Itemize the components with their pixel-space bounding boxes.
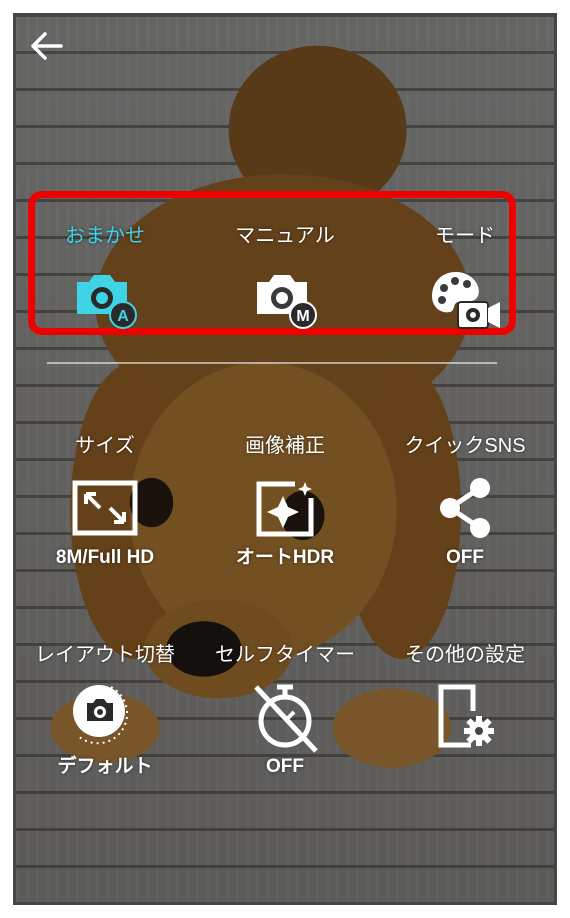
- setting-image-enhance[interactable]: 画像補正 オートHDR: [200, 434, 370, 584]
- setting-layout[interactable]: レイアウト切替 デフォルト: [20, 643, 190, 793]
- setting-size-label: サイズ: [75, 435, 135, 457]
- back-button[interactable]: [26, 26, 66, 66]
- setting-quick-sns-value: OFF: [446, 547, 484, 568]
- svg-text:A: A: [117, 308, 129, 325]
- setting-self-timer-label: セルフタイマー: [215, 644, 355, 666]
- mode-auto-label: おまかせ: [65, 225, 145, 247]
- setting-self-timer-value: OFF: [266, 756, 304, 777]
- layout-switch-icon: [73, 685, 129, 745]
- setting-other[interactable]: その他の設定: [380, 643, 550, 793]
- share-icon: [440, 478, 490, 538]
- section-divider: [47, 362, 497, 364]
- resize-icon: [72, 480, 138, 536]
- mode-manual-label: マニュアル: [235, 225, 335, 247]
- camera-manual-icon: M: [257, 275, 317, 329]
- camera-auto-icon: A: [77, 275, 137, 329]
- setting-quick-sns-label: クイックSNS: [404, 435, 526, 457]
- mode-scene-label: モード: [435, 225, 495, 247]
- mode-scene[interactable]: モード: [380, 224, 550, 329]
- palette-video-icon: [432, 272, 500, 329]
- setting-size[interactable]: サイズ 8M/Full HD: [20, 434, 190, 584]
- setting-image-enhance-value: オートHDR: [235, 547, 335, 568]
- setting-layout-value: デフォルト: [57, 756, 153, 777]
- mode-manual[interactable]: マニュアル M: [200, 224, 370, 329]
- image-enhance-icon: [256, 481, 314, 537]
- setting-other-label: その他の設定: [405, 644, 525, 666]
- setting-layout-label: レイアウト切替: [35, 644, 175, 666]
- back-arrow-icon: [31, 32, 63, 60]
- svg-text:M: M: [296, 308, 309, 325]
- mode-auto[interactable]: おまかせ A: [20, 224, 190, 329]
- setting-quick-sns[interactable]: クイックSNS OFF: [380, 434, 550, 584]
- setting-image-enhance-label: 画像補正: [245, 435, 325, 457]
- other-settings-icon: [438, 684, 494, 748]
- setting-self-timer[interactable]: セルフタイマー OFF: [200, 643, 370, 793]
- timer-off-icon: [254, 684, 318, 753]
- setting-size-value: 8M/Full HD: [55, 547, 155, 568]
